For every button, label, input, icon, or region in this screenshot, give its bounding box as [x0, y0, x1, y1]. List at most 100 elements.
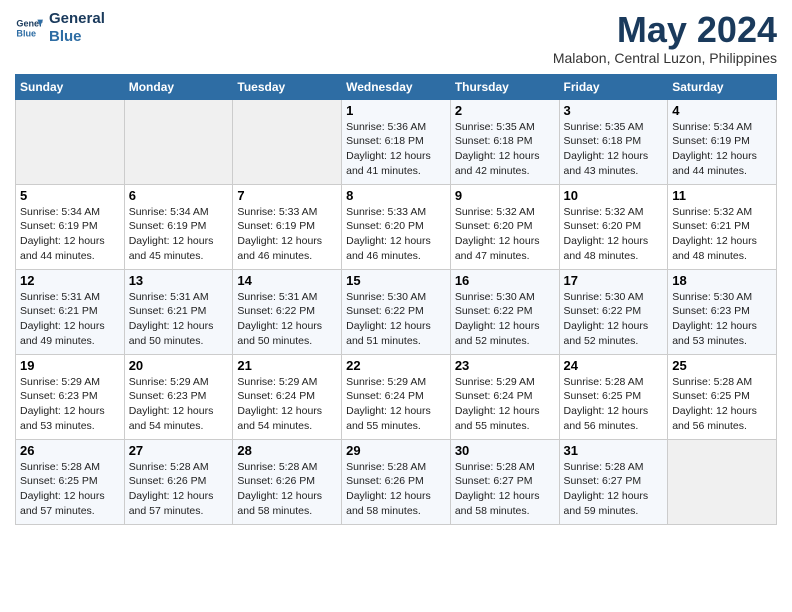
day-number: 23 [455, 358, 555, 373]
day-info: Sunrise: 5:34 AM Sunset: 6:19 PM Dayligh… [20, 205, 120, 264]
calendar-cell: 17 Sunrise: 5:30 AM Sunset: 6:22 PM Dayli… [559, 269, 668, 354]
logo-icon: General Blue [15, 14, 43, 42]
calendar-cell: 19 Sunrise: 5:29 AM Sunset: 6:23 PM Dayli… [16, 354, 125, 439]
day-number: 6 [129, 188, 229, 203]
weekday-header-monday: Monday [124, 74, 233, 99]
day-number: 25 [672, 358, 772, 373]
day-info: Sunrise: 5:32 AM Sunset: 6:20 PM Dayligh… [564, 205, 664, 264]
day-info: Sunrise: 5:31 AM Sunset: 6:21 PM Dayligh… [20, 290, 120, 349]
calendar-cell: 27 Sunrise: 5:28 AM Sunset: 6:26 PM Dayli… [124, 439, 233, 524]
day-info: Sunrise: 5:28 AM Sunset: 6:25 PM Dayligh… [20, 460, 120, 519]
day-info: Sunrise: 5:28 AM Sunset: 6:26 PM Dayligh… [346, 460, 446, 519]
location: Malabon, Central Luzon, Philippines [553, 50, 777, 66]
day-info: Sunrise: 5:30 AM Sunset: 6:23 PM Dayligh… [672, 290, 772, 349]
calendar-cell: 14 Sunrise: 5:31 AM Sunset: 6:22 PM Dayli… [233, 269, 342, 354]
calendar-cell: 30 Sunrise: 5:28 AM Sunset: 6:27 PM Dayli… [450, 439, 559, 524]
day-info: Sunrise: 5:33 AM Sunset: 6:20 PM Dayligh… [346, 205, 446, 264]
day-info: Sunrise: 5:28 AM Sunset: 6:27 PM Dayligh… [455, 460, 555, 519]
calendar-cell: 21 Sunrise: 5:29 AM Sunset: 6:24 PM Dayli… [233, 354, 342, 439]
day-number: 18 [672, 273, 772, 288]
calendar-week-row: 1Sunrise: 5:36 AM Sunset: 6:18 PM Daylig… [16, 99, 777, 184]
calendar-cell: 3 Sunrise: 5:35 AM Sunset: 6:18 PM Daylig… [559, 99, 668, 184]
day-number: 27 [129, 443, 229, 458]
day-info: Sunrise: 5:29 AM Sunset: 6:24 PM Dayligh… [346, 375, 446, 434]
day-info: Sunrise: 5:29 AM Sunset: 6:24 PM Dayligh… [237, 375, 337, 434]
calendar-cell: 26Sunrise: 5:28 AM Sunset: 6:25 PM Dayli… [16, 439, 125, 524]
day-number: 12 [20, 273, 120, 288]
calendar-cell: 5 Sunrise: 5:34 AM Sunset: 6:19 PM Daylig… [16, 184, 125, 269]
day-number: 5 [20, 188, 120, 203]
weekday-header-saturday: Saturday [668, 74, 777, 99]
day-info: Sunrise: 5:29 AM Sunset: 6:23 PM Dayligh… [129, 375, 229, 434]
svg-text:Blue: Blue [16, 28, 36, 38]
calendar-cell [233, 99, 342, 184]
logo-line2: Blue [49, 28, 105, 46]
day-number: 28 [237, 443, 337, 458]
day-number: 31 [564, 443, 664, 458]
day-info: Sunrise: 5:35 AM Sunset: 6:18 PM Dayligh… [564, 120, 664, 179]
calendar-cell: 4 Sunrise: 5:34 AM Sunset: 6:19 PM Daylig… [668, 99, 777, 184]
day-number: 21 [237, 358, 337, 373]
day-info: Sunrise: 5:31 AM Sunset: 6:22 PM Dayligh… [237, 290, 337, 349]
day-info: Sunrise: 5:28 AM Sunset: 6:27 PM Dayligh… [564, 460, 664, 519]
weekday-header-friday: Friday [559, 74, 668, 99]
month-title: May 2024 [553, 10, 777, 50]
calendar-cell: 12 Sunrise: 5:31 AM Sunset: 6:21 PM Dayli… [16, 269, 125, 354]
title-block: May 2024 Malabon, Central Luzon, Philipp… [553, 10, 777, 66]
day-number: 16 [455, 273, 555, 288]
day-info: Sunrise: 5:30 AM Sunset: 6:22 PM Dayligh… [564, 290, 664, 349]
calendar-week-row: 5 Sunrise: 5:34 AM Sunset: 6:19 PM Daylig… [16, 184, 777, 269]
calendar-week-row: 12 Sunrise: 5:31 AM Sunset: 6:21 PM Dayli… [16, 269, 777, 354]
day-number: 3 [564, 103, 664, 118]
weekday-header-wednesday: Wednesday [342, 74, 451, 99]
day-number: 29 [346, 443, 446, 458]
day-number: 4 [672, 103, 772, 118]
calendar-week-row: 26Sunrise: 5:28 AM Sunset: 6:25 PM Dayli… [16, 439, 777, 524]
calendar-cell: 20Sunrise: 5:29 AM Sunset: 6:23 PM Dayli… [124, 354, 233, 439]
calendar-cell: 29 Sunrise: 5:28 AM Sunset: 6:26 PM Dayli… [342, 439, 451, 524]
day-info: Sunrise: 5:29 AM Sunset: 6:24 PM Dayligh… [455, 375, 555, 434]
calendar-cell: 16 Sunrise: 5:30 AM Sunset: 6:22 PM Dayli… [450, 269, 559, 354]
day-info: Sunrise: 5:30 AM Sunset: 6:22 PM Dayligh… [455, 290, 555, 349]
day-info: Sunrise: 5:28 AM Sunset: 6:26 PM Dayligh… [237, 460, 337, 519]
day-info: Sunrise: 5:36 AM Sunset: 6:18 PM Dayligh… [346, 120, 446, 179]
calendar-cell: 7 Sunrise: 5:33 AM Sunset: 6:19 PM Daylig… [233, 184, 342, 269]
weekday-header-sunday: Sunday [16, 74, 125, 99]
day-info: Sunrise: 5:32 AM Sunset: 6:20 PM Dayligh… [455, 205, 555, 264]
day-number: 9 [455, 188, 555, 203]
weekday-header-thursday: Thursday [450, 74, 559, 99]
logo: General Blue General Blue [15, 10, 105, 46]
day-info: Sunrise: 5:29 AM Sunset: 6:23 PM Dayligh… [20, 375, 120, 434]
calendar-cell: 28 Sunrise: 5:28 AM Sunset: 6:26 PM Dayli… [233, 439, 342, 524]
day-number: 13 [129, 273, 229, 288]
day-number: 11 [672, 188, 772, 203]
calendar-table: SundayMondayTuesdayWednesdayThursdayFrid… [15, 74, 777, 525]
calendar-cell: 23 Sunrise: 5:29 AM Sunset: 6:24 PM Dayli… [450, 354, 559, 439]
day-number: 7 [237, 188, 337, 203]
day-number: 19 [20, 358, 120, 373]
day-info: Sunrise: 5:28 AM Sunset: 6:26 PM Dayligh… [129, 460, 229, 519]
calendar-cell: 18 Sunrise: 5:30 AM Sunset: 6:23 PM Dayli… [668, 269, 777, 354]
day-number: 17 [564, 273, 664, 288]
day-info: Sunrise: 5:34 AM Sunset: 6:19 PM Dayligh… [129, 205, 229, 264]
calendar-cell: 2Sunrise: 5:35 AM Sunset: 6:18 PM Daylig… [450, 99, 559, 184]
day-number: 8 [346, 188, 446, 203]
day-info: Sunrise: 5:33 AM Sunset: 6:19 PM Dayligh… [237, 205, 337, 264]
day-number: 10 [564, 188, 664, 203]
day-info: Sunrise: 5:28 AM Sunset: 6:25 PM Dayligh… [672, 375, 772, 434]
calendar-cell [124, 99, 233, 184]
calendar-cell: 13Sunrise: 5:31 AM Sunset: 6:21 PM Dayli… [124, 269, 233, 354]
calendar-cell: 10 Sunrise: 5:32 AM Sunset: 6:20 PM Dayli… [559, 184, 668, 269]
calendar-cell: 11Sunrise: 5:32 AM Sunset: 6:21 PM Dayli… [668, 184, 777, 269]
weekday-header-tuesday: Tuesday [233, 74, 342, 99]
day-number: 14 [237, 273, 337, 288]
day-number: 15 [346, 273, 446, 288]
calendar-cell: 31 Sunrise: 5:28 AM Sunset: 6:27 PM Dayli… [559, 439, 668, 524]
calendar-cell: 8 Sunrise: 5:33 AM Sunset: 6:20 PM Daylig… [342, 184, 451, 269]
calendar-cell [668, 439, 777, 524]
day-info: Sunrise: 5:34 AM Sunset: 6:19 PM Dayligh… [672, 120, 772, 179]
day-number: 30 [455, 443, 555, 458]
day-info: Sunrise: 5:28 AM Sunset: 6:25 PM Dayligh… [564, 375, 664, 434]
calendar-cell: 1Sunrise: 5:36 AM Sunset: 6:18 PM Daylig… [342, 99, 451, 184]
logo-line1: General [49, 10, 105, 28]
